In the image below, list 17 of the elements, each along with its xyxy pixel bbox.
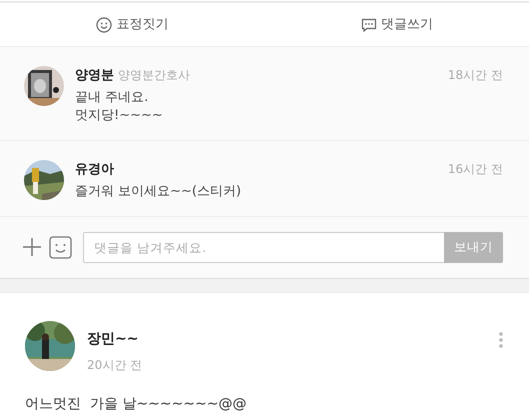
- author-name: 양영분: [75, 67, 114, 85]
- expression-button[interactable]: 표정짓기: [92, 12, 172, 36]
- plus-icon[interactable]: [22, 237, 42, 258]
- write-comment-button[interactable]: 댓글쓰기: [356, 12, 437, 36]
- timestamp: 20시간 전: [87, 356, 142, 374]
- comment-text: 즐거워 보이세요~~(스티커): [75, 182, 242, 201]
- post-text: 어느멋진 가을 날~~~~~~~@@: [25, 394, 248, 414]
- comment-field[interactable]: 댓글을 남겨주세요.: [83, 232, 444, 263]
- author-name: 유경아: [75, 161, 114, 180]
- comment-text: 끝내 주네요. 멋지당!~~~~: [75, 88, 164, 126]
- author-name: 장민~~: [87, 330, 140, 349]
- sticker-icon[interactable]: [49, 236, 72, 259]
- smiley-icon: [96, 16, 112, 32]
- speech-bubble-icon: [360, 18, 377, 32]
- timestamp: 16시간 전: [448, 161, 503, 178]
- author-subtitle: 양영분간호사: [118, 67, 190, 84]
- timestamp: 18시간 전: [448, 67, 503, 84]
